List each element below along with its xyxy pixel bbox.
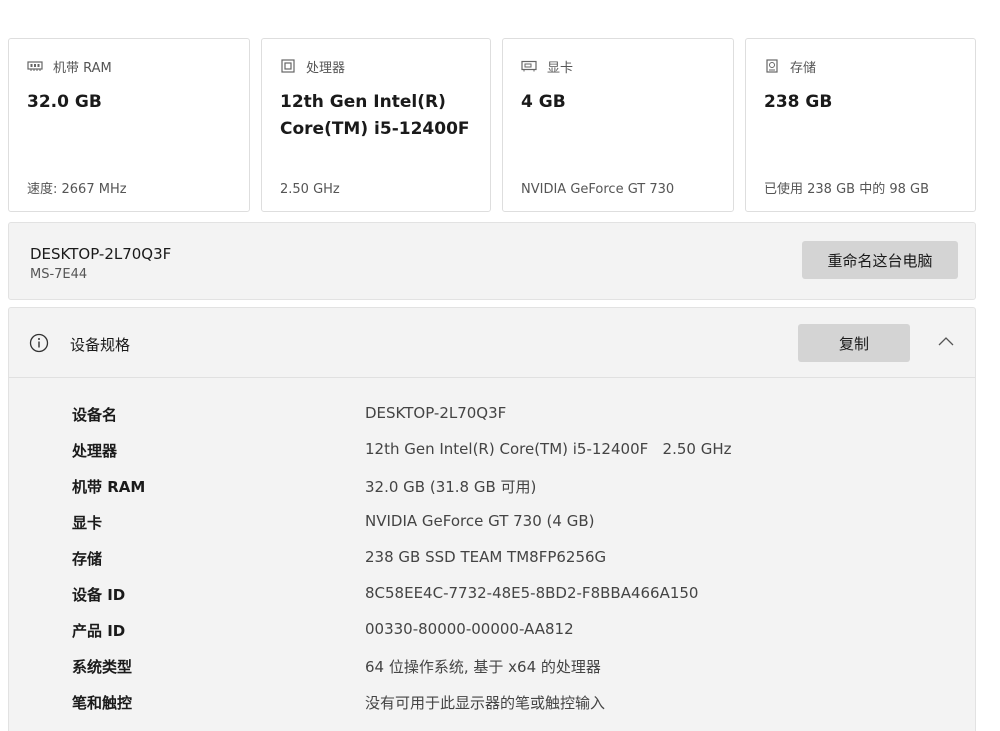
cpu-icon — [280, 59, 296, 73]
spec-label: 设备名 — [72, 406, 118, 424]
cpu-card: 处理器 12th Gen Intel(R) Core(TM) i5-12400F… — [261, 38, 491, 212]
device-specs-header[interactable]: 设备规格 复制 — [9, 308, 975, 378]
device-name-bar: DESKTOP-2L70Q3F MS-7E44 重命名这台电脑 — [8, 222, 976, 300]
cpu-card-sub: 2.50 GHz — [280, 182, 340, 197]
info-icon — [29, 333, 49, 353]
display-adapter-icon — [521, 59, 537, 73]
rename-pc-button[interactable]: 重命名这台电脑 — [802, 241, 958, 279]
device-model: MS-7E44 — [30, 267, 88, 282]
device-specs-list: 设备名 DESKTOP-2L70Q3F 处理器 12th Gen Intel(R… — [9, 404, 975, 728]
summary-cards: 机带 RAM 32.0 GB 速度: 2667 MHz 处理器 12th Gen… — [8, 38, 976, 212]
spec-value: 12th Gen Intel(R) Core(TM) i5-12400F 2.5… — [365, 440, 732, 458]
cpu-card-value: 12th Gen Intel(R) Core(TM) i5-12400F — [280, 92, 470, 139]
cpu-card-header: 处理器 — [280, 57, 472, 76]
spec-label: 机带 RAM — [72, 478, 146, 496]
ram-card: 机带 RAM 32.0 GB 速度: 2667 MHz — [8, 38, 250, 212]
spec-label: 显卡 — [72, 514, 103, 532]
spec-value: 238 GB SSD TEAM TM8FP6256G — [365, 548, 607, 566]
spec-label: 处理器 — [72, 442, 118, 460]
spec-value: 64 位操作系统, 基于 x64 的处理器 — [365, 658, 601, 676]
spec-row-device-id: 设备 ID 8C58EE4C-7732-48E5-8BD2-F8BBA466A1… — [9, 584, 975, 620]
gpu-card-label: 显卡 — [547, 60, 574, 76]
chevron-up-icon[interactable] — [935, 332, 957, 352]
ram-card-value: 32.0 GB — [27, 92, 102, 112]
storage-card-value: 238 GB — [764, 92, 833, 112]
spec-row-graphics: 显卡 NVIDIA GeForce GT 730 (4 GB) — [9, 512, 975, 548]
spec-row-storage: 存储 238 GB SSD TEAM TM8FP6256G — [9, 548, 975, 584]
storage-icon — [764, 59, 780, 73]
spec-value: DESKTOP-2L70Q3F — [365, 404, 507, 422]
copy-button[interactable]: 复制 — [798, 324, 910, 362]
device-specs-title: 设备规格 — [70, 336, 131, 354]
gpu-card-value: 4 GB — [521, 92, 566, 112]
ram-card-label: 机带 RAM — [53, 60, 112, 76]
gpu-card-header: 显卡 — [521, 57, 715, 76]
spec-row-pen-touch: 笔和触控 没有可用于此显示器的笔或触控输入 — [9, 692, 975, 728]
storage-card-sub: 已使用 238 GB 中的 98 GB — [764, 182, 930, 197]
device-name: DESKTOP-2L70Q3F — [30, 245, 172, 263]
spec-label: 存储 — [72, 550, 103, 568]
spec-label: 设备 ID — [72, 586, 126, 604]
storage-card: 存储 238 GB 已使用 238 GB 中的 98 GB — [745, 38, 976, 212]
spec-value: 00330-80000-00000-AA812 — [365, 620, 574, 638]
storage-card-label: 存储 — [790, 60, 817, 76]
spec-value: 没有可用于此显示器的笔或触控输入 — [365, 694, 606, 712]
memory-icon — [27, 59, 43, 73]
spec-label: 产品 ID — [72, 622, 126, 640]
spec-value: 32.0 GB (31.8 GB 可用) — [365, 478, 537, 496]
spec-value: NVIDIA GeForce GT 730 (4 GB) — [365, 512, 595, 530]
ram-card-header: 机带 RAM — [27, 57, 231, 76]
storage-card-header: 存储 — [764, 57, 957, 76]
spec-row-system-type: 系统类型 64 位操作系统, 基于 x64 的处理器 — [9, 656, 975, 692]
ram-card-sub: 速度: 2667 MHz — [27, 182, 127, 197]
spec-label: 系统类型 — [72, 658, 133, 676]
device-specs-panel: 设备规格 复制 设备名 DESKTOP-2L70Q3F 处理器 12th Gen… — [8, 307, 976, 731]
spec-row-ram: 机带 RAM 32.0 GB (31.8 GB 可用) — [9, 476, 975, 512]
spec-row-product-id: 产品 ID 00330-80000-00000-AA812 — [9, 620, 975, 656]
cpu-card-label: 处理器 — [306, 60, 346, 76]
spec-value: 8C58EE4C-7732-48E5-8BD2-F8BBA466A150 — [365, 584, 699, 602]
spec-row-device-name: 设备名 DESKTOP-2L70Q3F — [9, 404, 975, 440]
gpu-card: 显卡 4 GB NVIDIA GeForce GT 730 — [502, 38, 734, 212]
gpu-card-sub: NVIDIA GeForce GT 730 — [521, 182, 675, 197]
spec-row-processor: 处理器 12th Gen Intel(R) Core(TM) i5-12400F… — [9, 440, 975, 476]
spec-label: 笔和触控 — [72, 694, 133, 712]
